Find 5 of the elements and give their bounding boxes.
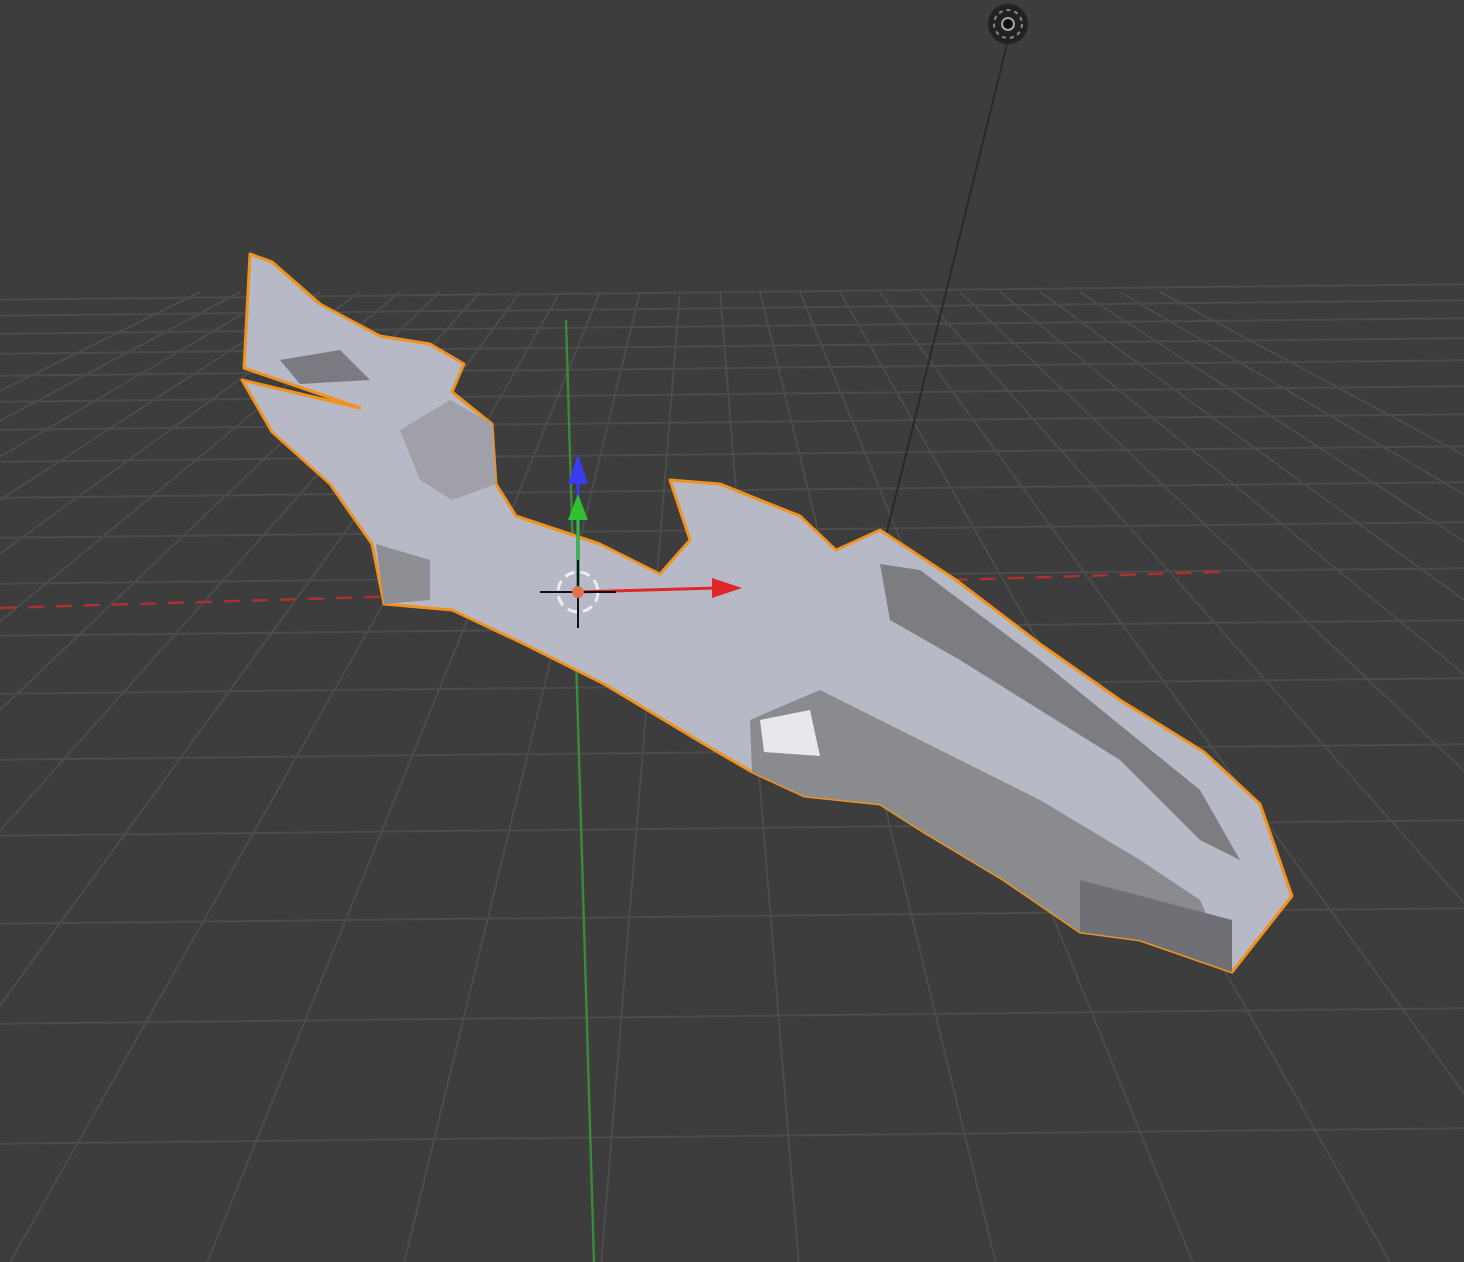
3d-viewport[interactable] (0, 0, 1464, 1262)
3d-cursor-icon[interactable] (539, 559, 617, 629)
mesh-drawing[interactable] (240, 252, 1294, 974)
lamp-icon[interactable] (988, 4, 1028, 44)
transform-gizmo-drawing[interactable] (568, 454, 742, 598)
